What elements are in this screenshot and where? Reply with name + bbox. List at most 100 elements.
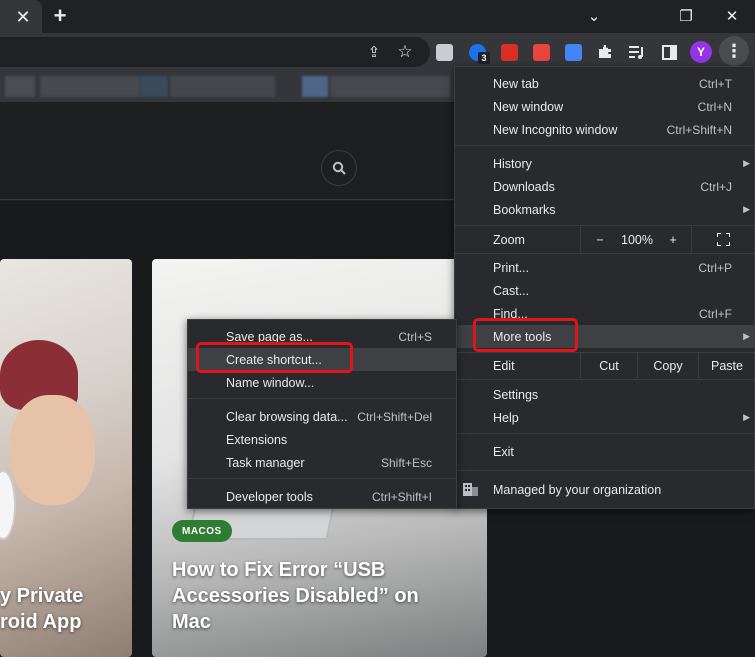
menu-separator (455, 253, 755, 254)
submenu-item-name-window[interactable]: Name window... (188, 371, 456, 394)
article-image-face (10, 395, 95, 505)
annotation-more-tools (473, 318, 578, 352)
translate-extension-icon[interactable] (565, 44, 582, 61)
menu-item-shortcut: Ctrl+J (700, 179, 732, 194)
menu-item-label: History (493, 156, 532, 171)
building-icon (463, 483, 478, 499)
menu-item-label: Cast... (493, 283, 530, 298)
menu-item-shortcut: Ctrl+N (697, 99, 732, 114)
zoom-in-button[interactable]: + (661, 227, 685, 252)
zoom-out-button[interactable]: − (587, 227, 613, 252)
edit-label: Edit (493, 358, 515, 373)
profile-avatar[interactable]: Y (690, 41, 712, 63)
menu-item-label: Print... (493, 260, 530, 275)
article-title-line: y Private (0, 585, 84, 607)
new-tab-icon[interactable]: + (48, 3, 72, 28)
menu-item-cast[interactable]: Cast... (455, 279, 755, 302)
media-control-icon[interactable] (626, 41, 648, 63)
bookmark-item[interactable] (140, 76, 168, 97)
bookmark-item[interactable] (170, 76, 275, 97)
active-tab[interactable]: ✕ (0, 0, 42, 33)
menu-item-label: Task manager (226, 455, 305, 470)
menu-item-label: Help (493, 410, 519, 425)
menu-item-downloads[interactable]: Downloads Ctrl+J (455, 175, 755, 198)
menu-item-help[interactable]: Help ▶ (455, 406, 755, 429)
submenu-arrow-icon: ▶ (743, 158, 750, 168)
menu-item-label: Clear browsing data... (226, 409, 348, 424)
menu-item-history[interactable]: History ▶ (455, 152, 755, 175)
menu-item-shortcut: Ctrl+Shift+I (371, 489, 432, 504)
extension-1-icon[interactable] (436, 44, 453, 61)
menu-item-shortcut: Ctrl+P (698, 260, 732, 275)
menu-item-shortcut: Ctrl+Shift+N (666, 122, 732, 137)
submenu-arrow-icon: ▶ (743, 412, 750, 422)
submenu-item-extensions[interactable]: Extensions (188, 428, 456, 451)
menu-item-settings[interactable]: Settings (455, 383, 755, 406)
share-icon[interactable]: ⇪ (363, 41, 385, 63)
tab-close-icon[interactable]: ✕ (12, 6, 34, 28)
category-tag[interactable]: MACOS (172, 520, 232, 542)
menu-separator (455, 145, 755, 146)
menu-item-label: Settings (493, 387, 539, 402)
extension-badge-count: 3 (478, 52, 490, 64)
menu-item-label: New Incognito window (493, 122, 618, 137)
menu-separator (188, 398, 456, 399)
menu-item-new-incognito[interactable]: New Incognito window Ctrl+Shift+N (455, 118, 755, 141)
menu-item-label: Downloads (493, 179, 555, 194)
bookmark-item[interactable] (5, 76, 35, 97)
close-window-icon[interactable]: ✕ (721, 5, 743, 27)
cut-button[interactable]: Cut (581, 353, 637, 378)
menu-item-exit[interactable]: Exit (455, 440, 755, 463)
extensions-puzzle-icon[interactable] (594, 41, 616, 63)
menu-separator (455, 470, 755, 471)
annotation-create-shortcut (196, 342, 353, 373)
bookmark-item[interactable] (302, 76, 328, 97)
submenu-item-task-manager[interactable]: Task manager Shift+Esc (188, 451, 456, 474)
zoom-level: 100% (621, 232, 653, 247)
title-bar: ✕ + ⌄ ❐ ✕ (0, 0, 755, 33)
article-title[interactable]: How to Fix Error “USB Accessories Disabl… (172, 557, 472, 635)
submenu-arrow-icon: ▶ (743, 204, 750, 214)
copy-button[interactable]: Copy (638, 353, 698, 378)
menu-item-shortcut: Ctrl+S (398, 329, 432, 344)
menu-item-shortcut: Ctrl+F (699, 306, 732, 321)
fullscreen-icon[interactable] (711, 227, 735, 252)
menu-separator (580, 227, 581, 252)
submenu-item-clear-browsing[interactable]: Clear browsing data... Ctrl+Shift+Del (188, 405, 456, 428)
article-title-line: How to Fix Error “USB (172, 559, 386, 581)
menu-edit-row: Edit Cut Copy Paste (455, 353, 755, 378)
menu-zoom-row: Zoom − 100% + (455, 227, 755, 252)
menu-item-shortcut: Shift+Esc (380, 455, 432, 470)
submenu-arrow-icon: ▶ (743, 331, 750, 341)
menu-item-label: Bookmarks (493, 202, 556, 217)
menu-item-new-window[interactable]: New window Ctrl+N (455, 95, 755, 118)
submenu-item-developer-tools[interactable]: Developer tools Ctrl+Shift+I (188, 485, 456, 508)
extension-4-icon[interactable] (533, 44, 550, 61)
paste-button[interactable]: Paste (699, 353, 755, 378)
chrome-main-menu: New tab Ctrl+T New window Ctrl+N New Inc… (454, 66, 755, 509)
menu-item-print[interactable]: Print... Ctrl+P (455, 256, 755, 279)
zoom-label: Zoom (493, 232, 525, 247)
menu-item-label: New window (493, 99, 564, 114)
menu-item-new-tab[interactable]: New tab Ctrl+T (455, 72, 755, 95)
chrome-menu-button[interactable]: ⋮ (719, 36, 749, 66)
extension-3-icon[interactable] (501, 44, 518, 61)
site-search-icon[interactable] (321, 150, 357, 186)
article-title[interactable]: y Private roid App (0, 583, 132, 635)
menu-item-label: Name window... (226, 375, 315, 390)
side-panel-icon[interactable] (658, 41, 680, 63)
bookmark-star-icon[interactable]: ☆ (394, 41, 416, 63)
tab-search-chevron-icon[interactable]: ⌄ (583, 5, 605, 27)
menu-item-label: Extensions (226, 432, 288, 447)
restore-window-icon[interactable]: ❐ (675, 5, 697, 27)
menu-item-label: New tab (493, 76, 539, 91)
menu-item-bookmarks[interactable]: Bookmarks ▶ (455, 198, 755, 221)
article-title-line: roid App (0, 611, 82, 633)
menu-item-shortcut: Ctrl+T (699, 76, 732, 91)
menu-separator (455, 379, 755, 380)
menu-separator (455, 433, 755, 434)
bookmark-item[interactable] (330, 76, 450, 97)
menu-item-managed[interactable]: Managed by your organization (455, 478, 755, 501)
article-title-line: Mac (172, 611, 211, 633)
bookmark-item[interactable] (40, 76, 140, 97)
